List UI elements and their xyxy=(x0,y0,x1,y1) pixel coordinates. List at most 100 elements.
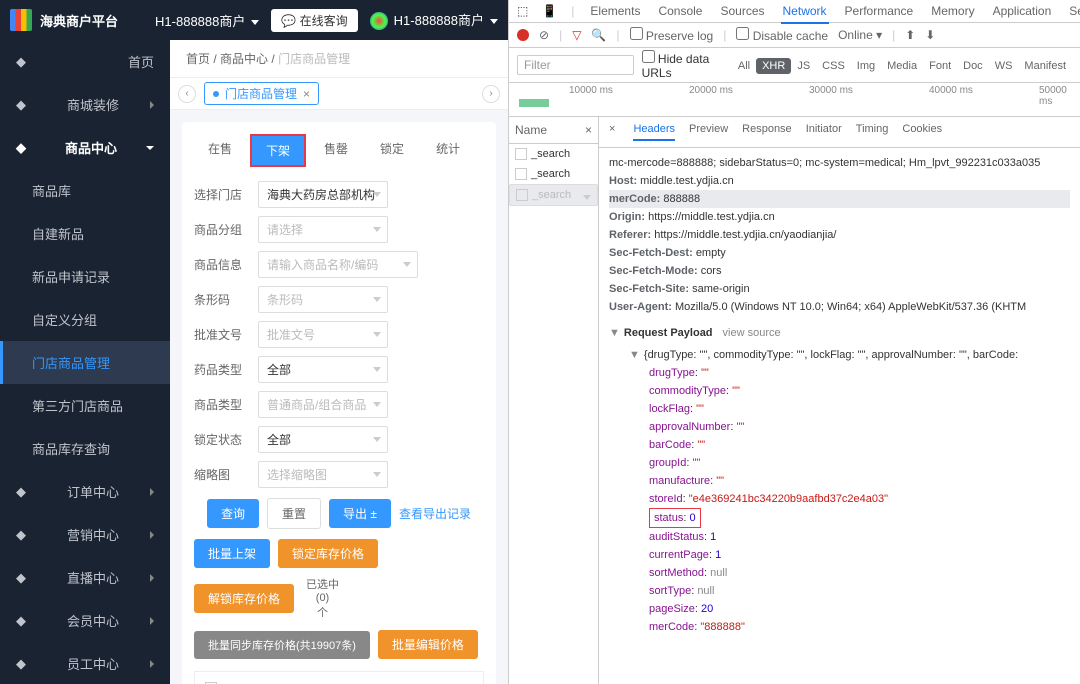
record-icon[interactable] xyxy=(517,29,529,41)
filter-pill[interactable]: XHR xyxy=(756,58,791,74)
sidebar-item[interactable]: ◆营销中心 xyxy=(0,513,170,556)
lock-price-button[interactable]: 锁定库存价格 xyxy=(278,539,378,568)
sidebar-item[interactable]: ◆员工中心 xyxy=(0,642,170,684)
filter-bar: Filter Hide data URLs AllXHRJSCSSImgMedi… xyxy=(509,48,1080,83)
disable-cache-checkbox[interactable]: Disable cache xyxy=(736,27,828,43)
drugtype-select[interactable]: 全部 xyxy=(258,356,388,383)
store-select[interactable]: 海典大药房总部机构 xyxy=(258,181,388,208)
export-button[interactable]: 导出 ± xyxy=(329,499,391,528)
request-item[interactable]: _search xyxy=(509,144,598,164)
sidebar-item[interactable]: ◆直播中心 xyxy=(0,556,170,599)
batch-on-button[interactable]: 批量上架 xyxy=(194,539,270,568)
tab-2[interactable]: 售罄 xyxy=(310,134,362,167)
tab-next-icon[interactable]: › xyxy=(482,85,500,103)
clear-icon[interactable]: ⊘ xyxy=(539,28,549,42)
logo xyxy=(10,9,32,31)
search-icon[interactable]: 🔍 xyxy=(591,28,606,42)
unlock-price-button[interactable]: 解锁库存价格 xyxy=(194,584,294,613)
sidebar-item[interactable]: ◆商品中心 xyxy=(0,126,170,169)
filter-pill[interactable]: WS xyxy=(989,58,1019,74)
devtools-tab[interactable]: Sources xyxy=(718,0,766,22)
detail-tab[interactable]: Initiator xyxy=(806,123,842,141)
devtools-tabs: ⬚ 📱 | ElementsConsoleSourcesNetworkPerfo… xyxy=(509,0,1080,23)
devtools-tab[interactable]: Elements xyxy=(588,0,642,22)
filter-pill[interactable]: Media xyxy=(881,58,923,74)
network-toolbar: ⊘ | ▽ 🔍 | Preserve log | Disable cache O… xyxy=(509,23,1080,48)
detail-tab[interactable]: Preview xyxy=(689,123,728,141)
sync-button[interactable]: 批量同步库存价格(共19907条) xyxy=(194,631,370,659)
sidebar-item[interactable]: 第三方门店商品 xyxy=(0,384,170,427)
timeline[interactable]: 10000 ms 20000 ms 30000 ms 40000 ms 5000… xyxy=(509,83,1080,117)
detail-tab[interactable]: Timing xyxy=(856,123,889,141)
sidebar-item[interactable]: 商品库存查询 xyxy=(0,427,170,470)
filter-pill[interactable]: JS xyxy=(791,58,816,74)
tab-4[interactable]: 统计 xyxy=(422,134,474,167)
devtools-tab[interactable]: Network xyxy=(781,0,829,24)
close-icon[interactable]: × xyxy=(303,87,310,101)
sidebar-item[interactable]: ◆会员中心 xyxy=(0,599,170,642)
merchant-dropdown[interactable]: H1-888888商户 xyxy=(155,11,259,30)
query-button[interactable]: 查询 xyxy=(207,499,259,528)
sidebar-item[interactable]: 商品库 xyxy=(0,169,170,212)
detail-tab[interactable]: Cookies xyxy=(902,123,942,141)
detail-body: mc-mercode=888888; sidebarStatus=0; mc-s… xyxy=(599,148,1080,684)
export-log-link[interactable]: 查看导出记录 xyxy=(399,505,471,522)
approval-input[interactable]: 批准文号 xyxy=(258,321,388,348)
hide-urls-checkbox[interactable]: Hide data URLs xyxy=(642,50,724,80)
app-title: 海典商户平台 xyxy=(40,11,118,30)
close-icon[interactable]: × xyxy=(585,123,592,137)
device-icon[interactable]: 📱 xyxy=(542,4,557,18)
sidebar-item[interactable]: ◆订单中心 xyxy=(0,470,170,513)
detail-tabs: × Headers Preview Response Initiator Timing C… xyxy=(599,117,1080,148)
breadcrumb-home[interactable]: 首页 xyxy=(186,52,210,66)
close-icon[interactable]: × xyxy=(609,123,615,141)
request-item[interactable]: _search xyxy=(509,184,598,206)
tab-1[interactable]: 下架 xyxy=(250,134,306,167)
user-dropdown[interactable]: H1-888888商户 xyxy=(370,10,498,31)
upload-icon[interactable]: ⬆ xyxy=(905,28,915,42)
barcode-input[interactable]: 条形码 xyxy=(258,286,388,313)
breadcrumb-cur: 门店商品管理 xyxy=(278,52,350,66)
download-icon[interactable]: ⬇ xyxy=(925,28,935,42)
devtools-tab[interactable]: Memory xyxy=(929,0,976,22)
batch-edit-button[interactable]: 批量编辑价格 xyxy=(378,630,478,659)
lock-select[interactable]: 全部 xyxy=(258,426,388,453)
devtools-tab[interactable]: Application xyxy=(991,0,1054,22)
sidebar-item[interactable]: 自建新品 xyxy=(0,212,170,255)
sidebar-item[interactable]: 新品申请记录 xyxy=(0,255,170,298)
devtools-tab[interactable]: Performance xyxy=(843,0,916,22)
reset-button[interactable]: 重置 xyxy=(267,498,321,529)
filter-pill[interactable]: CSS xyxy=(816,58,851,74)
request-item[interactable]: _search xyxy=(509,164,598,184)
sidebar-item[interactable]: 门店商品管理 xyxy=(0,341,170,384)
goodstype-select[interactable]: 普通商品/组合商品 xyxy=(258,391,388,418)
devtools-tab[interactable]: Secu xyxy=(1067,0,1080,22)
preserve-log-checkbox[interactable]: Preserve log xyxy=(630,27,714,43)
sidebar-item[interactable]: ◆首页 xyxy=(0,40,170,83)
thumb-select[interactable]: 选择缩略图 xyxy=(258,461,388,488)
filter-input[interactable]: Filter xyxy=(517,55,634,75)
detail-tab[interactable]: Response xyxy=(742,123,792,141)
page-tab-chip[interactable]: 门店商品管理× xyxy=(204,82,319,105)
filter-pill[interactable]: Doc xyxy=(957,58,989,74)
filter-pill[interactable]: Manifest xyxy=(1018,58,1072,74)
info-input[interactable]: 请输入商品名称/编码 xyxy=(258,251,418,278)
throttle-select[interactable]: Online ▾ xyxy=(838,28,882,42)
tab-3[interactable]: 锁定 xyxy=(366,134,418,167)
filter-pill[interactable]: All xyxy=(732,58,756,74)
tab-prev-icon[interactable]: ‹ xyxy=(178,85,196,103)
filter-pill[interactable]: Font xyxy=(923,58,957,74)
group-select[interactable]: 请选择 xyxy=(258,216,388,243)
inspect-icon[interactable]: ⬚ xyxy=(517,4,528,18)
breadcrumb-mid[interactable]: 商品中心 xyxy=(220,52,268,66)
detail-tab[interactable]: Headers xyxy=(633,123,675,141)
sidebar-item[interactable]: ◆商城装修 xyxy=(0,83,170,126)
filter-pill[interactable]: Img xyxy=(851,58,881,74)
view-source-link[interactable]: view source xyxy=(723,327,781,339)
devtools-tab[interactable]: Console xyxy=(656,0,704,22)
sidebar-item[interactable]: 自定义分组 xyxy=(0,298,170,341)
tab-0[interactable]: 在售 xyxy=(194,134,246,167)
chat-button[interactable]: 💬 在线客询 xyxy=(271,9,357,32)
filter-icon[interactable]: ▽ xyxy=(572,28,581,42)
table-header: 门店信息 商品信... 操作 xyxy=(194,671,484,684)
